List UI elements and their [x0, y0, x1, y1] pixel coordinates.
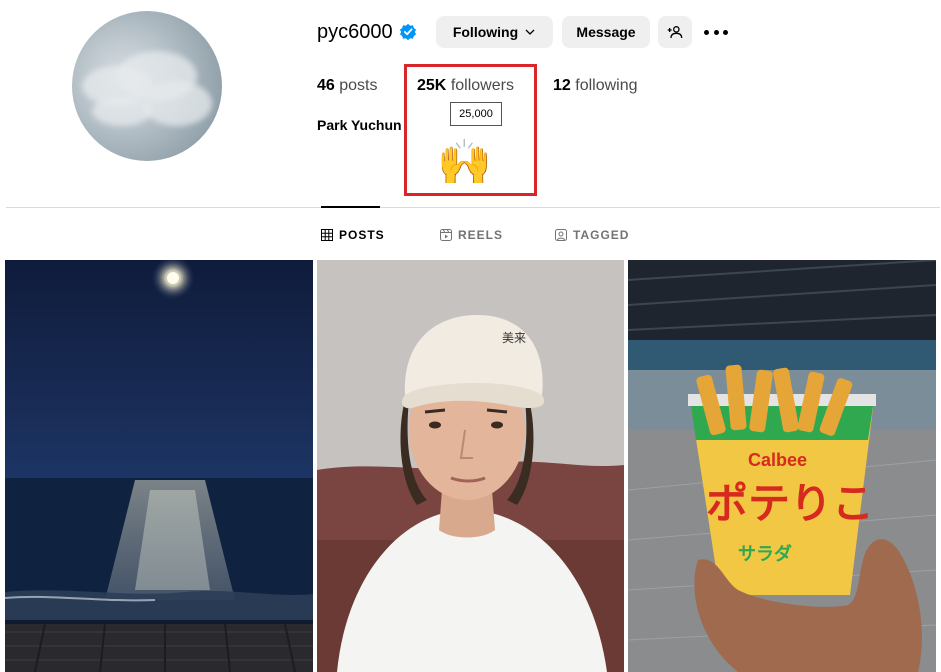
followers-tooltip: 25,000 [450, 102, 502, 126]
grid-icon [321, 229, 333, 241]
tabs-divider [6, 207, 940, 208]
moonlit-sea-image [5, 260, 313, 672]
username-row: pyc6000 [317, 16, 417, 48]
snack-image: Calbee ポテりこ サラダ [628, 260, 936, 672]
tab-posts-label: POSTS [339, 228, 385, 242]
add-user-icon [667, 26, 683, 39]
tab-tagged[interactable]: TAGGED [555, 228, 629, 242]
full-name: Park Yuchun [317, 117, 402, 133]
calbee-logo: Calbee [748, 450, 807, 470]
tab-reels-label: REELS [458, 228, 504, 242]
following-button-label: Following [452, 24, 519, 40]
suggested-users-button[interactable] [658, 16, 692, 48]
posts-count-label: posts [339, 77, 378, 94]
more-options-icon[interactable] [704, 22, 728, 42]
following-button[interactable]: Following [436, 16, 553, 48]
cap-logo: 美来 [502, 331, 526, 345]
post-thumbnail-snack[interactable]: Calbee ポテりこ サラダ [628, 260, 936, 672]
flavor-label: サラダ [738, 543, 792, 565]
post-thumbnail-selfie[interactable]: 美来 [317, 260, 624, 672]
posts-count: 46 posts [317, 77, 378, 95]
selfie-image: 美来 [317, 260, 624, 672]
following-count-value: 12 [553, 77, 571, 94]
username: pyc6000 [317, 20, 393, 43]
following-link[interactable]: 12 following [553, 77, 638, 95]
profile-avatar[interactable] [72, 11, 222, 161]
tab-tagged-label: TAGGED [573, 228, 630, 242]
tab-posts[interactable]: POSTS [321, 228, 385, 242]
chevron-down-icon [525, 29, 535, 35]
following-count-label: following [575, 77, 638, 94]
message-button-label: Message [576, 24, 636, 40]
raising-hands-emoji: 🙌 [437, 138, 492, 187]
post-thumbnail-moonlit-sea[interactable] [5, 260, 313, 672]
tab-reels[interactable]: REELS [440, 228, 503, 242]
message-button[interactable]: Message [562, 16, 650, 48]
reels-icon [440, 229, 452, 241]
active-tab-indicator [321, 206, 380, 208]
posts-count-value: 46 [317, 77, 335, 94]
product-name: ポテりこ [706, 479, 874, 528]
verified-badge-icon [399, 23, 416, 41]
tagged-icon [555, 229, 567, 241]
